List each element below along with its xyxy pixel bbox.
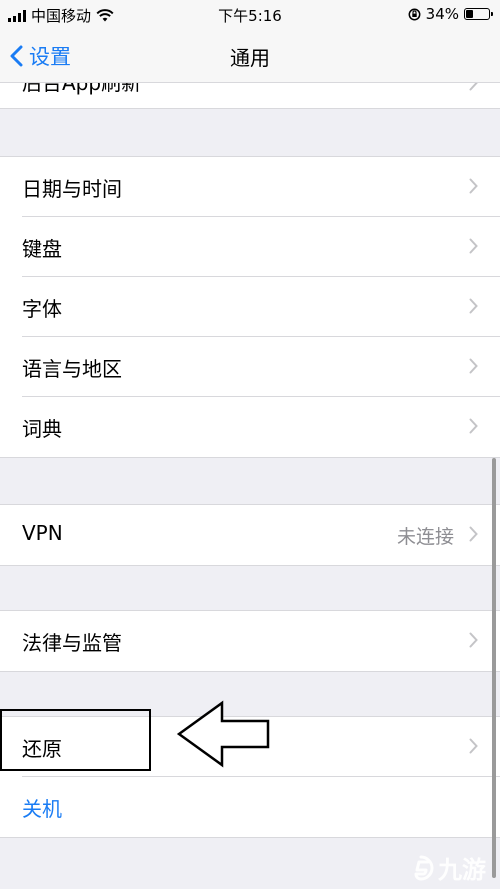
- dictionary-row[interactable]: 词典: [0, 397, 500, 457]
- chevron-right-icon: [469, 632, 478, 648]
- scroll-indicator: [492, 458, 496, 878]
- chevron-right-icon: [469, 358, 478, 374]
- page-title: 通用: [230, 46, 270, 70]
- vpn-group: VPN 未连接: [0, 504, 500, 566]
- chevron-right-icon: [469, 298, 478, 314]
- watermark-text: 九游: [438, 856, 486, 884]
- locale-settings-group: 日期与时间 键盘 字体 语言与地区 词典: [0, 156, 500, 458]
- chevron-right-icon: [469, 526, 478, 542]
- legal-group: 法律与监管: [0, 610, 500, 672]
- row-label: 后台App刷新: [22, 83, 142, 95]
- annotation-highlight-box: [0, 709, 151, 771]
- fonts-row[interactable]: 字体: [0, 277, 500, 337]
- row-label: 键盘: [22, 237, 62, 261]
- orientation-lock-icon: [408, 8, 421, 20]
- row-label: 字体: [22, 297, 62, 321]
- battery-icon: [464, 8, 493, 20]
- keyboard-row[interactable]: 键盘: [0, 217, 500, 277]
- chevron-right-icon: [469, 238, 478, 254]
- navigation-bar: 设置 通用: [0, 28, 500, 83]
- row-label: 法律与监管: [22, 631, 122, 655]
- battery-fill: [466, 10, 473, 18]
- language-region-row[interactable]: 语言与地区: [0, 337, 500, 397]
- chevron-right-icon: [469, 178, 478, 194]
- annotation-arrow-icon: [176, 700, 270, 768]
- chevron-right-icon: [469, 738, 478, 754]
- status-right: 34%: [408, 5, 493, 23]
- status-bar: 中国移动 下午5:16 34%: [0, 0, 500, 28]
- shutdown-row[interactable]: 关机: [0, 777, 500, 837]
- shutdown-label: 关机: [22, 797, 62, 821]
- vpn-row[interactable]: VPN 未连接: [0, 505, 500, 565]
- chevron-right-icon: [469, 418, 478, 434]
- legal-regulatory-row[interactable]: 法律与监管: [0, 611, 500, 671]
- row-label: 日期与时间: [22, 177, 122, 201]
- vpn-status-value: 未连接: [396, 526, 454, 548]
- row-label: VPN: [22, 521, 63, 545]
- background-app-refresh-row[interactable]: 后台App刷新: [0, 83, 500, 109]
- date-time-row[interactable]: 日期与时间: [0, 157, 500, 217]
- row-label: 词典: [22, 417, 62, 441]
- battery-percent: 34%: [425, 5, 459, 23]
- watermark-logo-icon: [414, 855, 434, 880]
- watermark: 九游: [408, 850, 486, 885]
- chevron-right-icon: [469, 83, 478, 91]
- row-label: 语言与地区: [22, 357, 122, 381]
